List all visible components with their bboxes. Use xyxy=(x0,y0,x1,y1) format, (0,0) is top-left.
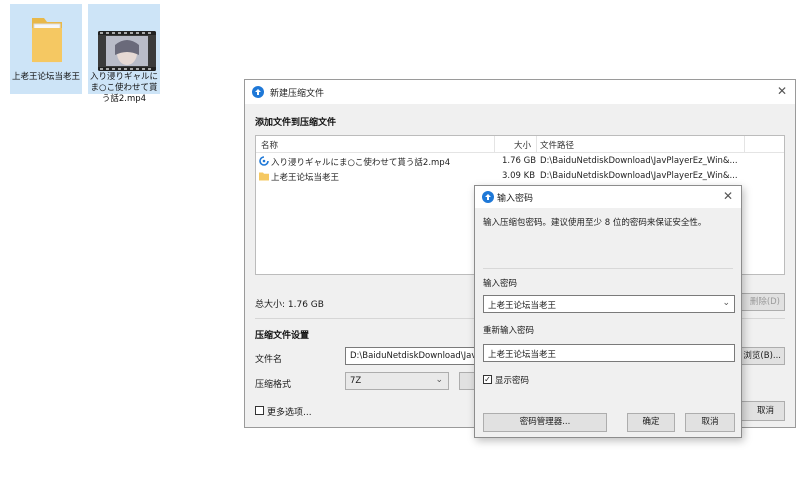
reenter-password-input[interactable]: 上老王论坛当老王 xyxy=(483,344,735,362)
desktop-folder-item[interactable]: 上老王论坛当老王 xyxy=(10,4,82,94)
filename-label: 文件名 xyxy=(255,355,283,365)
format-value: 7Z xyxy=(350,376,362,386)
password-dialog-title: 输入密码 xyxy=(497,194,534,204)
chevron-down-icon: ⌄ xyxy=(435,375,443,385)
browse-button[interactable]: 浏览(B)... xyxy=(741,347,785,365)
add-files-heading: 添加文件到压缩文件 xyxy=(255,118,337,128)
close-icon[interactable]: ✕ xyxy=(723,189,733,203)
cancel-button[interactable]: 取消 xyxy=(685,413,735,432)
more-options-checkbox[interactable] xyxy=(255,406,264,415)
show-password-checkbox[interactable]: ✓ xyxy=(483,375,492,384)
video-file-icon xyxy=(98,31,156,71)
total-size: 总大小: 1.76 GB xyxy=(255,300,324,310)
column-size[interactable]: 大小 xyxy=(514,139,531,151)
file-name: 上老王论坛当老王 xyxy=(271,173,340,183)
show-password-label[interactable]: 显示密码 xyxy=(495,374,529,386)
desktop-video-label: 入り浸りギャルにま○こ使わせて貰う話2.mp4 xyxy=(90,72,159,104)
password-message: 输入压缩包密码。建议使用至少 8 位的密码来保证安全性。 xyxy=(483,218,707,228)
password-dialog: 输入密码 ✕ 输入压缩包密码。建议使用至少 8 位的密码来保证安全性。 输入密码… xyxy=(474,185,742,438)
delete-button[interactable]: 删除(D) xyxy=(741,293,785,311)
password-label: 输入密码 xyxy=(483,279,518,289)
folder-icon xyxy=(32,18,62,63)
settings-heading: 压缩文件设置 xyxy=(255,331,310,341)
dialog-titlebar: 新建压缩文件 ✕ xyxy=(245,80,795,104)
password-value: 上老王论坛当老王 xyxy=(488,301,557,311)
media-file-icon xyxy=(259,156,269,166)
desktop-video-item[interactable]: 入り浸りギャルにま○こ使わせて貰う話2.mp4 xyxy=(88,4,160,104)
column-name[interactable]: 名称 xyxy=(261,139,278,151)
ok-button[interactable]: 确定 xyxy=(627,413,675,432)
password-input[interactable]: 上老王论坛当老王 ⌄ xyxy=(483,295,735,313)
more-options-label[interactable]: 更多选项... xyxy=(267,405,312,418)
folder-icon xyxy=(259,172,269,181)
column-path[interactable]: 文件路径 xyxy=(540,139,574,151)
file-list-header: 名称 大小 文件路径 xyxy=(256,136,784,153)
dialog-title: 新建压缩文件 xyxy=(270,89,325,99)
file-name: 入り浸りギャルにま○こ使わせて貰う話2.mp4 xyxy=(271,158,451,168)
password-manager-button[interactable]: 密码管理器... xyxy=(483,413,607,432)
file-path: D:\BaiduNetdiskDownload\JavPlayerEz_Win&… xyxy=(540,156,738,166)
divider xyxy=(483,268,733,269)
format-select[interactable]: 7Z ⌄ xyxy=(345,372,449,390)
desktop-folder-label: 上老王论坛当老王 xyxy=(12,72,81,82)
format-label: 压缩格式 xyxy=(255,380,292,390)
chevron-down-icon[interactable]: ⌄ xyxy=(722,298,730,308)
file-row[interactable]: 入り浸りギャルにま○こ使わせて貰う話2.mp4 1.76 GB D:\Baidu… xyxy=(256,154,784,169)
file-size: 1.76 GB xyxy=(502,156,537,166)
file-size: 3.09 KB xyxy=(502,171,536,181)
app-icon xyxy=(482,191,494,203)
password-titlebar: 输入密码 ✕ xyxy=(475,186,741,208)
filename-input[interactable]: D:\BaiduNetdiskDownload\JavPlayer xyxy=(345,347,477,365)
file-row[interactable]: 上老王论坛当老王 3.09 KB D:\BaiduNetdiskDownload… xyxy=(256,169,784,184)
app-icon xyxy=(252,86,264,98)
cancel-button[interactable]: 取消 xyxy=(741,401,785,421)
file-path: D:\BaiduNetdiskDownload\JavPlayerEz_Win&… xyxy=(540,171,738,181)
reenter-label: 重新输入密码 xyxy=(483,326,535,336)
close-icon[interactable]: ✕ xyxy=(777,84,787,98)
